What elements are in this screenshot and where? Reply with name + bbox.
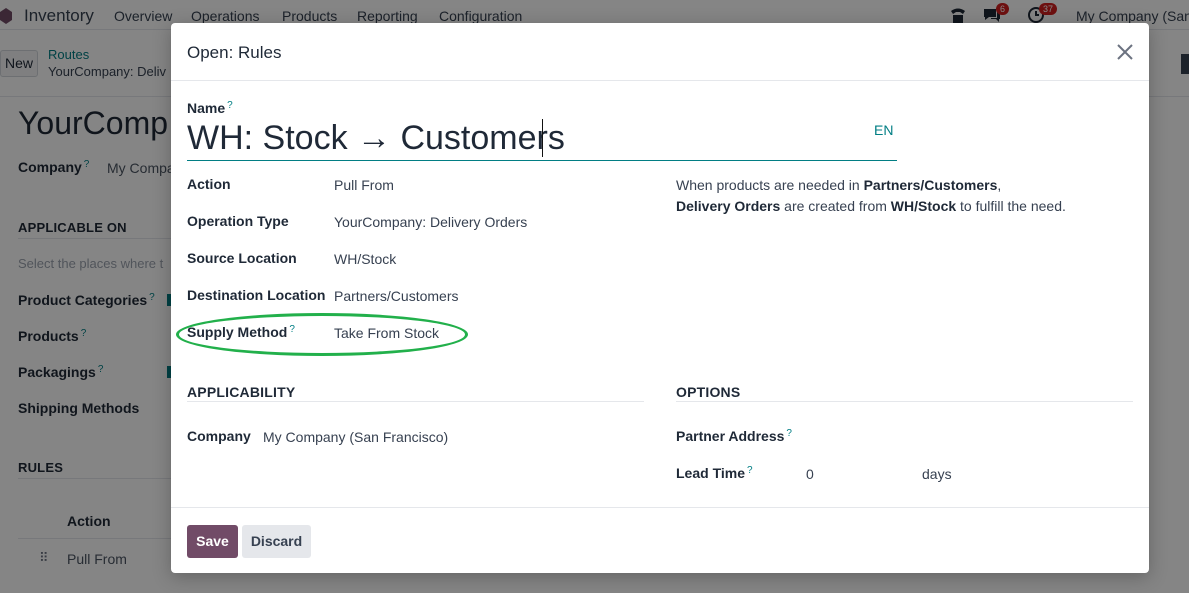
options-heading: OPTIONS [676, 384, 741, 400]
text-caret [542, 119, 543, 157]
name-value: WH: Stock → Customers [187, 119, 565, 157]
rule-dialog: Open: Rules Name? WH: Stock → Customers … [171, 23, 1149, 573]
operation-type-label: Operation Type [187, 213, 289, 229]
dialog-footer: Save Discard [171, 507, 1149, 573]
supply-method-highlight-annotation [176, 313, 468, 356]
lead-time-label: Lead Time? [676, 465, 753, 481]
applicability-heading: APPLICABILITY [187, 384, 296, 400]
source-location-label: Source Location [187, 250, 297, 266]
action-label: Action [187, 176, 231, 192]
name-label: Name? [187, 100, 233, 116]
applicability-company-value[interactable]: My Company (San Francisco) [263, 429, 448, 445]
divider [187, 401, 644, 402]
save-button[interactable]: Save [187, 525, 238, 558]
language-button[interactable]: EN [874, 122, 893, 138]
destination-location-label: Destination Location [187, 287, 326, 303]
source-location-value[interactable]: WH/Stock [334, 251, 396, 267]
action-value[interactable]: Pull From [334, 177, 394, 193]
discard-button[interactable]: Discard [242, 525, 311, 558]
partner-address-label: Partner Address? [676, 428, 792, 444]
applicability-company-label: Company [187, 428, 251, 444]
lead-time-input[interactable]: 0 [806, 466, 814, 482]
divider [676, 401, 1133, 402]
operation-type-value[interactable]: YourCompany: Delivery Orders [334, 214, 527, 230]
dialog-header: Open: Rules [171, 23, 1149, 81]
lead-time-unit: days [922, 466, 952, 482]
destination-location-value[interactable]: Partners/Customers [334, 288, 458, 304]
close-icon[interactable] [1113, 40, 1137, 64]
rule-description: When products are needed in Partners/Cus… [676, 177, 1066, 214]
name-input[interactable]: WH: Stock → Customers [187, 117, 897, 161]
dialog-title: Open: Rules [187, 43, 282, 62]
